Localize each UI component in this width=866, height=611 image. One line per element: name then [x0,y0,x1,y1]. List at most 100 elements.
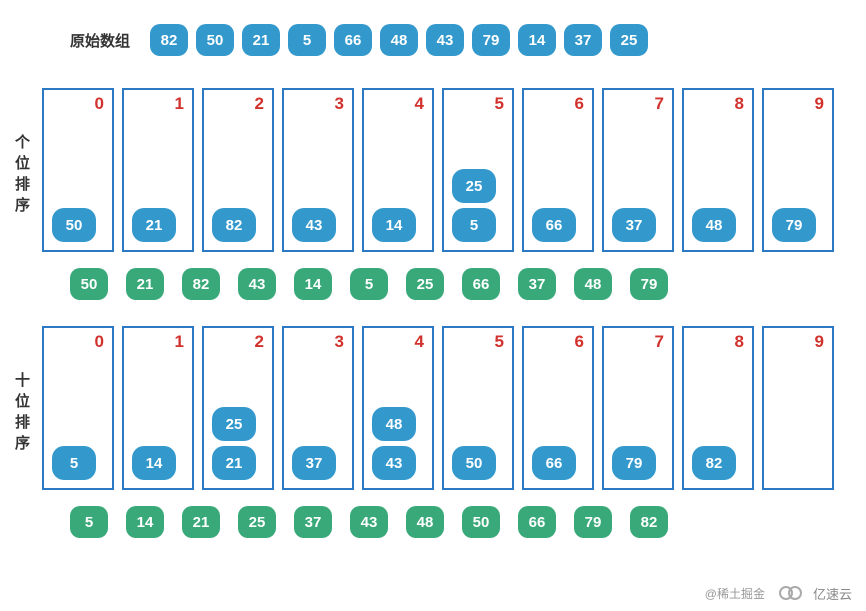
result-item: 48 [574,268,612,300]
bucket-item: 25 [212,407,256,441]
bucket-index-label: 5 [495,94,504,114]
bucket-item: 48 [372,407,416,441]
result-item: 43 [238,268,276,300]
bucket-index-label: 5 [495,332,504,352]
array-item: 43 [426,24,464,56]
bucket-9: 9 [762,326,834,490]
watermark: @稀土掘金 亿速云 [705,584,852,603]
bucket-item: 37 [292,446,336,480]
watermark-right-logo: 亿速云 [779,584,852,603]
watermark-left: @稀土掘金 [705,585,765,602]
bucket-item: 66 [532,446,576,480]
bucket-item: 50 [52,208,96,242]
bucket-index-label: 6 [575,332,584,352]
result-item: 25 [238,506,276,538]
bucket-index-label: 6 [575,94,584,114]
bucket-index-label: 1 [175,94,184,114]
result-item: 5 [350,268,388,300]
result-item: 5 [70,506,108,538]
result-item: 25 [406,268,444,300]
watermark-right-text: 亿速云 [813,584,852,603]
bucket-index-label: 4 [415,94,424,114]
bucket-item: 82 [212,208,256,242]
bucket-item: 5 [52,446,96,480]
ones-sort-result-row: 50 21 82 43 14 5 25 66 37 48 79 [70,268,852,300]
bucket-index-label: 0 [95,332,104,352]
tens-buckets: 0 5 1 14 2 25 21 3 37 4 48 43 5 50 6 66 [42,326,834,490]
bucket-6: 6 66 [522,326,594,490]
tens-sort-label: 十位排序 [14,372,32,456]
bucket-item: 37 [612,208,656,242]
bucket-3: 3 43 [282,88,354,252]
tens-digit-sort-section: 十位排序 0 5 1 14 2 25 21 3 37 4 48 43 5 50 … [14,326,852,490]
bucket-item: 66 [532,208,576,242]
bucket-6: 6 66 [522,88,594,252]
result-item: 66 [518,506,556,538]
ones-sort-label: 个位排序 [14,134,32,218]
result-item: 48 [406,506,444,538]
original-array-label: 原始数组 [70,30,130,51]
result-item: 37 [294,506,332,538]
result-item: 50 [462,506,500,538]
bucket-item: 43 [372,446,416,480]
array-item: 82 [150,24,188,56]
bucket-index-label: 7 [655,94,664,114]
array-item: 66 [334,24,372,56]
bucket-item: 79 [772,208,816,242]
bucket-7: 7 37 [602,88,674,252]
bucket-index-label: 4 [415,332,424,352]
bucket-index-label: 3 [335,94,344,114]
bucket-item: 25 [452,169,496,203]
bucket-8: 8 82 [682,326,754,490]
bucket-2: 2 25 21 [202,326,274,490]
result-item: 82 [182,268,220,300]
array-item: 79 [472,24,510,56]
array-item: 14 [518,24,556,56]
bucket-index-label: 0 [95,94,104,114]
result-item: 37 [518,268,556,300]
bucket-item: 14 [132,446,176,480]
bucket-index-label: 7 [655,332,664,352]
bucket-0: 0 5 [42,326,114,490]
bucket-item: 5 [452,208,496,242]
bucket-5: 5 50 [442,326,514,490]
result-item: 66 [462,268,500,300]
bucket-8: 8 48 [682,88,754,252]
bucket-index-label: 8 [735,332,744,352]
result-item: 50 [70,268,108,300]
ones-digit-sort-section: 个位排序 0 50 1 21 2 82 3 43 4 14 5 25 5 6 6… [14,88,852,252]
bucket-item: 79 [612,446,656,480]
array-item: 50 [196,24,234,56]
bucket-index-label: 1 [175,332,184,352]
bucket-4: 4 14 [362,88,434,252]
bucket-4: 4 48 43 [362,326,434,490]
bucket-2: 2 82 [202,88,274,252]
bucket-1: 1 14 [122,326,194,490]
ones-buckets: 0 50 1 21 2 82 3 43 4 14 5 25 5 6 66 7 [42,88,834,252]
bucket-index-label: 8 [735,94,744,114]
logo-icon [779,585,809,603]
original-array-row: 原始数组 82 50 21 5 66 48 43 79 14 37 25 [70,24,852,56]
array-item: 37 [564,24,602,56]
bucket-item: 82 [692,446,736,480]
bucket-item: 14 [372,208,416,242]
bucket-9: 9 79 [762,88,834,252]
result-item: 79 [574,506,612,538]
bucket-index-label: 3 [335,332,344,352]
bucket-item: 21 [212,446,256,480]
result-item: 14 [294,268,332,300]
tens-sort-result-row: 5 14 21 25 37 43 48 50 66 79 82 [70,506,852,538]
bucket-item: 21 [132,208,176,242]
bucket-1: 1 21 [122,88,194,252]
bucket-index-label: 2 [255,332,264,352]
array-item: 25 [610,24,648,56]
result-item: 43 [350,506,388,538]
bucket-item: 50 [452,446,496,480]
result-item: 21 [126,268,164,300]
bucket-index-label: 9 [815,94,824,114]
bucket-index-label: 2 [255,94,264,114]
result-item: 82 [630,506,668,538]
bucket-5: 5 25 5 [442,88,514,252]
array-item: 5 [288,24,326,56]
bucket-item: 43 [292,208,336,242]
